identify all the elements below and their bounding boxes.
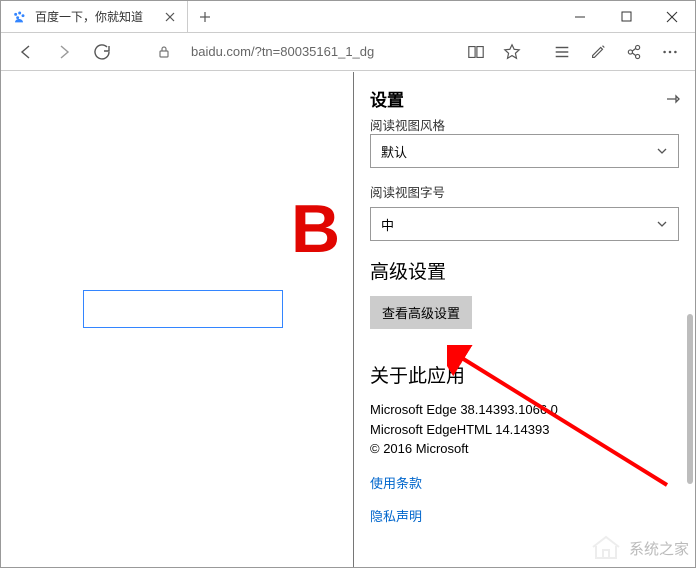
share-button[interactable]: [617, 37, 651, 67]
reading-size-select[interactable]: 中: [370, 207, 679, 241]
reading-style-label: 阅读视图风格: [370, 115, 679, 134]
tab-title: 百度一下，你就知道: [35, 8, 143, 25]
about-heading: 关于此应用: [370, 361, 679, 388]
settings-panel: 设置 阅读视图风格 默认 阅读视图字号 中 高级设置 查看高级设置 关于此应用 …: [353, 72, 695, 567]
about-copyright: © 2016 Microsoft: [370, 439, 679, 459]
panel-title: 设置: [370, 86, 404, 111]
toolbar: baidu.com/?tn=80035161_1_dg: [1, 33, 695, 71]
reading-view-button[interactable]: [459, 37, 493, 67]
hub-button[interactable]: [545, 37, 579, 67]
new-tab-button[interactable]: [188, 1, 222, 32]
chevron-down-icon: [656, 145, 668, 157]
pin-icon[interactable]: [665, 91, 681, 107]
close-window-button[interactable]: [649, 1, 695, 32]
about-edgehtml: Microsoft EdgeHTML 14.14393: [370, 420, 679, 440]
panel-scrollbar[interactable]: [687, 104, 693, 563]
window-controls: [557, 1, 695, 32]
web-notes-button[interactable]: [581, 37, 615, 67]
titlebar: 百度一下，你就知道: [1, 1, 695, 33]
about-block: Microsoft Edge 38.14393.1066.0 Microsoft…: [370, 400, 679, 459]
baidu-favicon-icon: [11, 9, 27, 25]
more-button[interactable]: [653, 37, 687, 67]
reading-size-label: 阅读视图字号: [370, 182, 679, 201]
reading-style-select[interactable]: 默认: [370, 134, 679, 168]
terms-link[interactable]: 使用条款: [370, 473, 679, 492]
tab-close-icon[interactable]: [163, 10, 177, 24]
chevron-down-icon: [656, 218, 668, 230]
baidu-logo-fragment: B: [291, 190, 340, 268]
maximize-button[interactable]: [603, 1, 649, 32]
page-content: B 设置 阅读视图风格 默认 阅读视图字号 中 高级设置 查看高级设置 关于此应…: [1, 72, 695, 567]
about-version: Microsoft Edge 38.14393.1066.0: [370, 400, 679, 420]
reading-style-value: 默认: [381, 142, 407, 161]
privacy-link[interactable]: 隐私声明: [370, 506, 679, 525]
url-text: baidu.com/?tn=80035161_1_dg: [191, 44, 374, 59]
reading-size-value: 中: [381, 215, 394, 234]
search-input[interactable]: [83, 290, 283, 328]
address-bar[interactable]: baidu.com/?tn=80035161_1_dg: [185, 44, 374, 59]
refresh-button[interactable]: [85, 37, 119, 67]
forward-button[interactable]: [47, 37, 81, 67]
site-lock-icon[interactable]: [147, 37, 181, 67]
view-advanced-settings-button[interactable]: 查看高级设置: [370, 296, 472, 329]
scrollbar-thumb[interactable]: [687, 314, 693, 484]
advanced-settings-heading: 高级设置: [370, 257, 679, 284]
browser-tab[interactable]: 百度一下，你就知道: [1, 1, 188, 32]
favorite-button[interactable]: [495, 37, 529, 67]
minimize-button[interactable]: [557, 1, 603, 32]
back-button[interactable]: [9, 37, 43, 67]
